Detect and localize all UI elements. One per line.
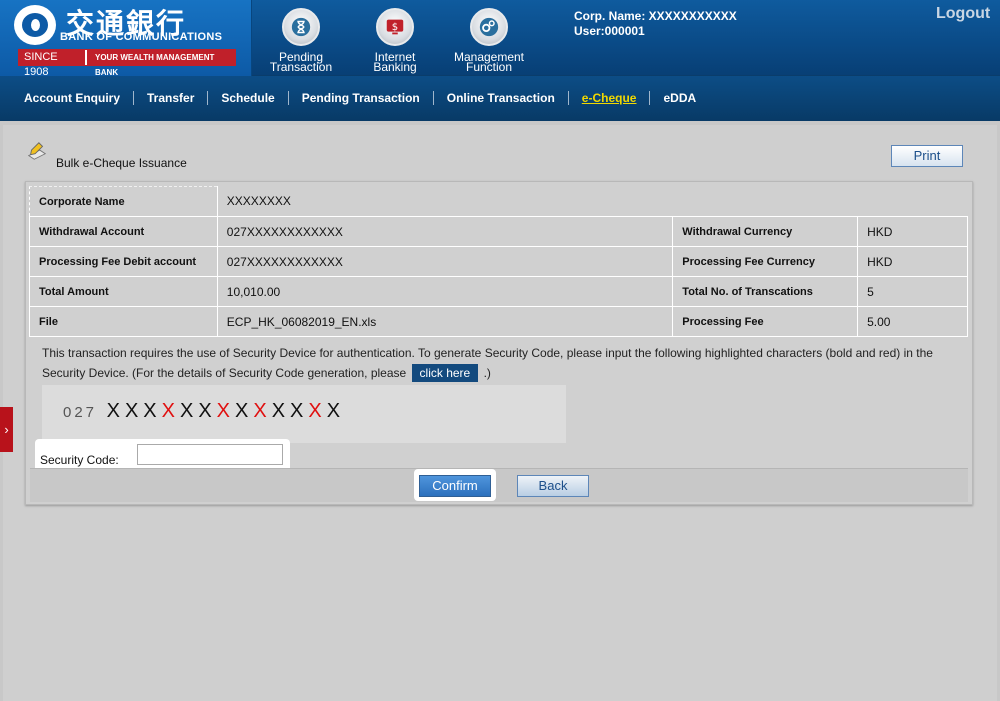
code-char: X (179, 400, 194, 422)
user-id: User:000001 (574, 24, 645, 38)
gears-icon (470, 8, 508, 46)
nav-account-enquiry[interactable]: Account Enquiry (11, 91, 135, 105)
code-char: X (124, 400, 139, 422)
fee-debit-account-label: Processing Fee Debit account (29, 246, 218, 277)
corporate-info: Corp. Name: XXXXXXXXXXX User:000001 (574, 9, 737, 39)
code-prefix: 027 (63, 404, 98, 421)
processing-fee-value: 5.00 (857, 306, 968, 337)
table-row: Corporate Name XXXXXXXX (29, 186, 968, 217)
code-char: X (106, 400, 120, 422)
security-code-label: Security Code: (40, 453, 119, 467)
total-amount-label: Total Amount (29, 276, 218, 307)
back-button[interactable]: Back (517, 475, 589, 497)
security-code-input[interactable] (137, 444, 283, 465)
code-char-highlighted: X (216, 400, 230, 422)
logo-since-banner: SINCE 1908 YOUR WEALTH MANAGEMENT BANK (18, 49, 236, 78)
nav-transfer[interactable]: Transfer (134, 91, 209, 105)
fee-debit-account-value: 027XXXXXXXXXXXX (216, 246, 674, 277)
file-label: File (29, 306, 218, 337)
nav-schedule[interactable]: Schedule (208, 91, 289, 105)
withdrawal-currency-label: Withdrawal Currency (672, 216, 859, 247)
code-char: X (271, 400, 286, 422)
code-char-highlighted: X (308, 400, 322, 422)
total-number-label: Total No. of Transcations (672, 276, 859, 307)
file-value: ECP_HK_06082019_EN.xls (216, 306, 674, 337)
nav-edda[interactable]: eDDA (650, 91, 709, 105)
fee-currency-label: Processing Fee Currency (672, 246, 859, 277)
security-code-characters: 027 XXXXXXXXXXXXX (63, 400, 345, 423)
code-char: X (198, 400, 212, 422)
code-char-highlighted: X (253, 400, 267, 422)
table-row: Total Amount 10,010.00 Total No. of Tran… (29, 276, 968, 307)
internet-banking-line2: Banking (373, 60, 417, 74)
security-notice-end: .) (483, 366, 491, 380)
hourglass-icon (282, 8, 320, 46)
table-row: Processing Fee Debit account 027XXXXXXXX… (29, 246, 968, 277)
logo-tagline: YOUR WEALTH MANAGEMENT BANK (85, 50, 235, 77)
monitor-dollar-icon: $ (376, 8, 414, 46)
edit-pencil-icon (27, 142, 47, 160)
code-char: X (143, 400, 157, 422)
withdrawal-account-label: Withdrawal Account (29, 216, 218, 247)
code-char: X (290, 400, 304, 422)
logo-since-year: SINCE 1908 (19, 50, 85, 78)
code-char: X (326, 400, 341, 422)
corporate-name-value: XXXXXXXX (216, 186, 968, 217)
corporate-name: Corp. Name: XXXXXXXXXXX (574, 9, 737, 23)
total-number-value: 5 (857, 276, 968, 307)
print-button[interactable]: Print (891, 145, 963, 167)
logo-english-name: BANK OF COMMUNICATIONS (60, 31, 223, 43)
details-table: Corporate Name XXXXXXXX Withdrawal Accou… (29, 186, 968, 337)
action-bar (30, 468, 968, 502)
bank-logo[interactable]: 交通銀行 BANK OF COMMUNICATIONS SINCE 1908 Y… (0, 0, 252, 78)
pending-transaction-button[interactable]: Pending Transaction (261, 8, 341, 74)
page-title-text: Bulk e-Cheque Issuance (56, 156, 187, 170)
corporate-name-label: Corporate Name (29, 186, 218, 217)
svg-text:$: $ (392, 22, 398, 33)
management-function-button[interactable]: Management Function (449, 8, 529, 73)
nav-pending-transaction[interactable]: Pending Transaction (289, 91, 434, 105)
nav-online-transaction[interactable]: Online Transaction (434, 91, 569, 105)
top-header: 交通銀行 BANK OF COMMUNICATIONS SINCE 1908 Y… (0, 0, 1000, 78)
side-panel-toggle[interactable]: › (0, 407, 13, 452)
click-here-link[interactable]: click here (411, 364, 479, 382)
main-nav: Account Enquiry Transfer Schedule Pendin… (0, 76, 1000, 121)
total-amount-value: 10,010.00 (216, 276, 674, 307)
withdrawal-currency-value: HKD (857, 216, 968, 247)
fee-currency-value: HKD (857, 246, 968, 277)
code-char-highlighted: X (161, 400, 175, 422)
confirm-button[interactable]: Confirm (419, 475, 491, 497)
code-char: X (235, 400, 249, 422)
pending-transaction-line2: Transaction (269, 60, 333, 74)
table-row: File ECP_HK_06082019_EN.xls Processing F… (29, 306, 968, 337)
security-notice: This transaction requires the use of Sec… (42, 343, 958, 383)
withdrawal-account-value: 027XXXXXXXXXXXX (216, 216, 674, 247)
internet-banking-button[interactable]: $ Internet Banking (355, 8, 435, 74)
nav-e-cheque[interactable]: e-Cheque (569, 91, 651, 105)
logout-link[interactable]: Logout (936, 5, 990, 23)
processing-fee-label: Processing Fee (672, 306, 859, 337)
bank-logo-icon (14, 5, 56, 45)
table-row: Withdrawal Account 027XXXXXXXXXXXX Withd… (29, 216, 968, 247)
